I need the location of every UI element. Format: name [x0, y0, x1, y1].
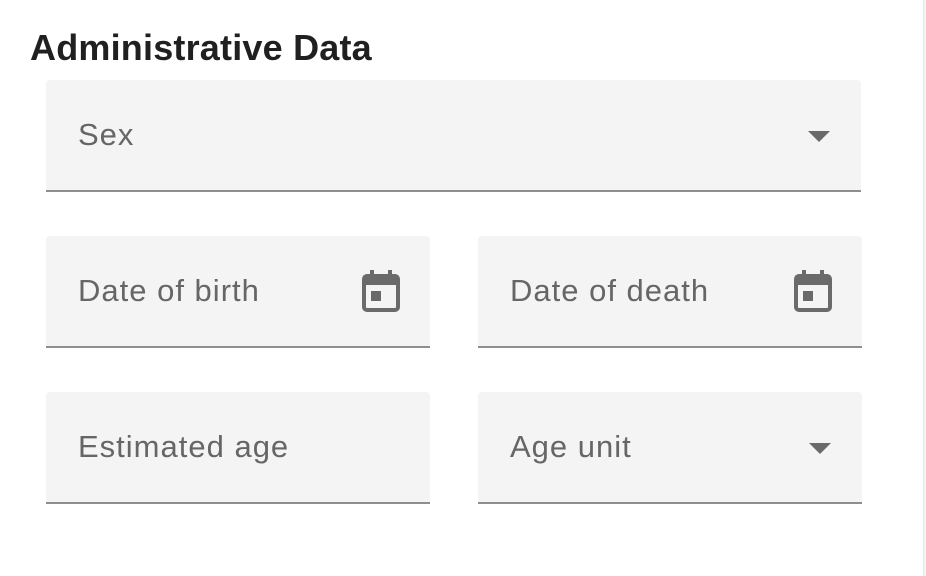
date-of-birth-label: Date of birth — [78, 273, 260, 308]
estimated-age-label: Estimated age — [78, 429, 290, 464]
date-of-birth-field[interactable]: Date of birth — [46, 236, 430, 348]
calendar-icon[interactable] — [362, 270, 400, 312]
date-of-death-field[interactable]: Date of death — [478, 236, 862, 348]
calendar-icon[interactable] — [794, 270, 832, 312]
date-of-death-label: Date of death — [510, 273, 710, 308]
chevron-down-icon — [809, 443, 831, 454]
section-title: Administrative Data — [30, 27, 372, 68]
age-unit-select[interactable]: Age unit — [478, 392, 862, 504]
sex-select-label: Sex — [78, 117, 135, 152]
chevron-down-icon — [808, 131, 830, 142]
estimated-age-field[interactable]: Estimated age — [46, 392, 430, 504]
age-unit-label: Age unit — [510, 429, 632, 464]
sex-select[interactable]: Sex — [46, 80, 861, 192]
administrative-data-form: Administrative Data Sex Date of birth Da… — [0, 0, 926, 576]
